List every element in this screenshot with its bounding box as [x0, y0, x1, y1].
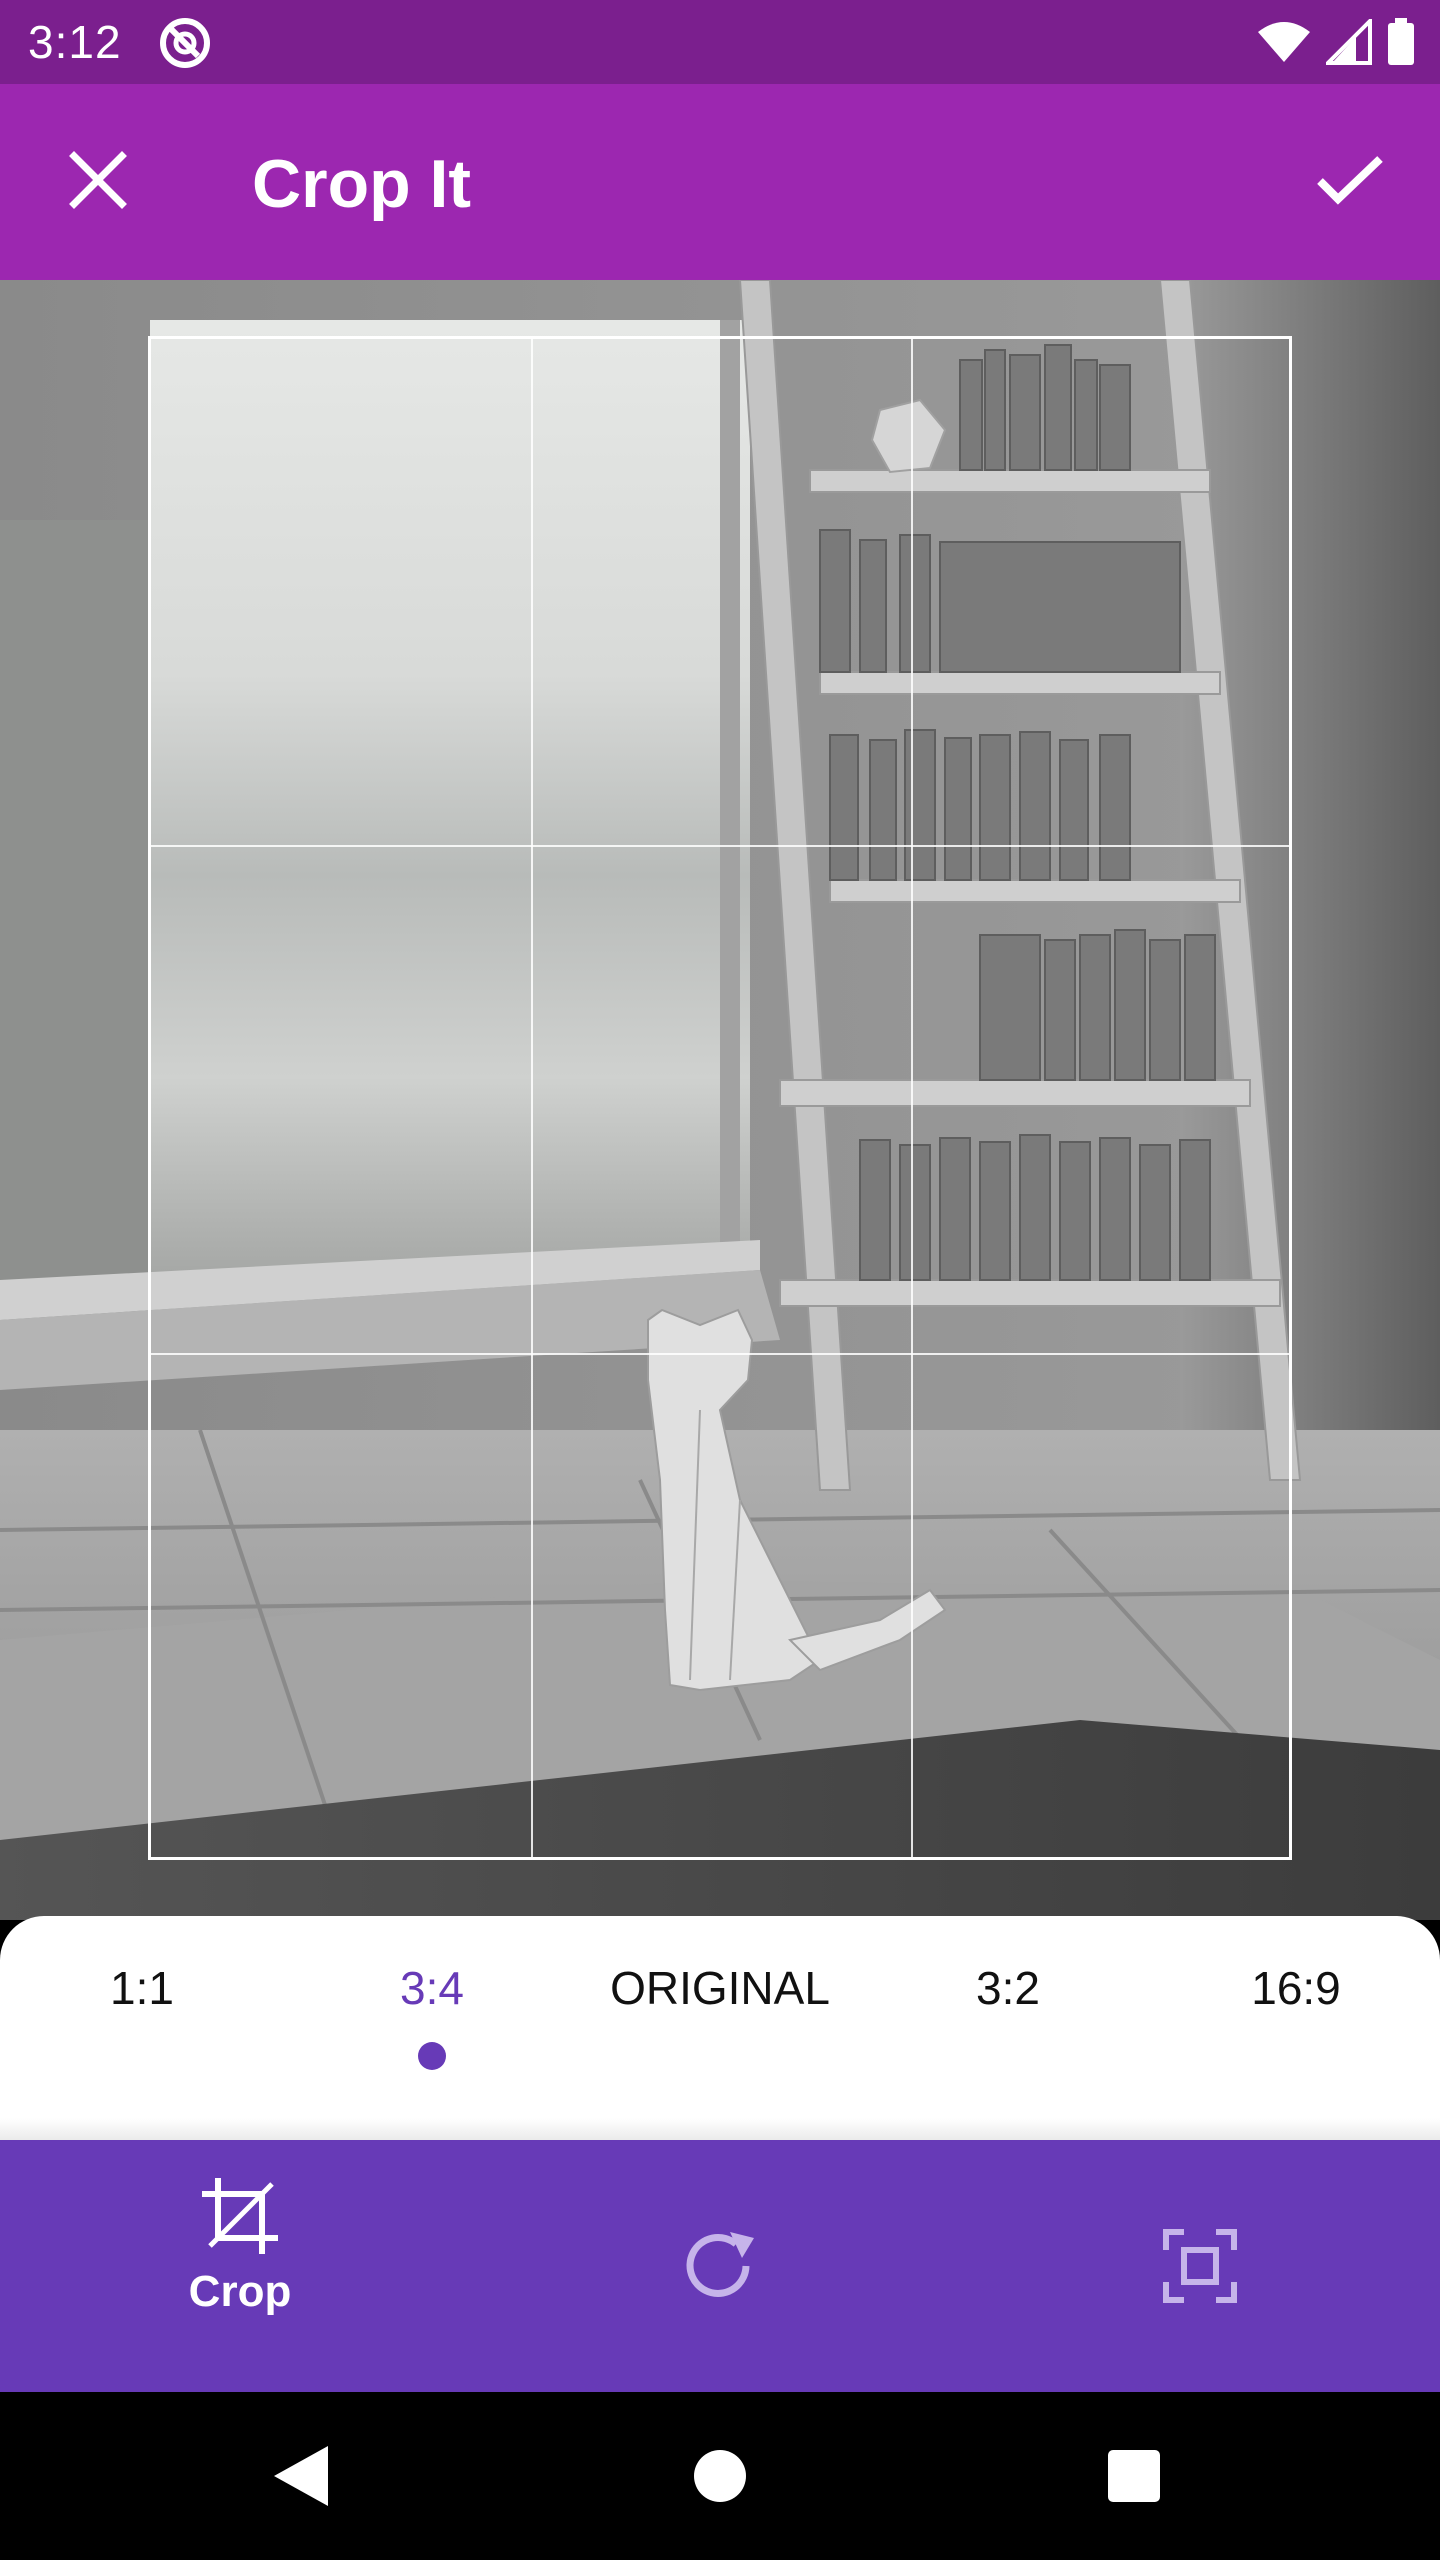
crop-grid-line [151, 1353, 1289, 1355]
recents-icon [1108, 2450, 1160, 2502]
back-icon [274, 2446, 328, 2506]
ratio-option-3-2[interactable]: 3:2 [878, 1958, 1138, 2068]
wifi-icon [1258, 22, 1310, 62]
ratio-option-1-1[interactable]: 1:1 [12, 1958, 272, 2068]
crop-tool-button[interactable]: Crop [90, 2140, 390, 2392]
bottom-toolbar: Crop [0, 2140, 1440, 2392]
nav-home-button[interactable] [670, 2426, 770, 2526]
rotate-icon [686, 2232, 754, 2297]
crop-grid-line [531, 339, 533, 1857]
crop-grid-line [911, 339, 913, 1857]
crop-tool-label: Crop [188, 2267, 292, 2316]
ratio-option-original[interactable]: ORIGINAL [590, 1958, 850, 2068]
confirm-button[interactable] [1300, 130, 1400, 230]
selected-indicator-dot [418, 2042, 446, 2070]
nav-recents-button[interactable] [1084, 2426, 1184, 2526]
system-navigation-bar [0, 2392, 1440, 2560]
ratio-label: 1:1 [110, 1962, 174, 2014]
status-time: 3:12 [28, 16, 122, 68]
ratio-option-3-4[interactable]: 3:4 [302, 1958, 562, 2070]
crop-frame[interactable] [148, 336, 1292, 1860]
crop-icon [202, 2178, 278, 2254]
cellular-signal-icon [1326, 19, 1372, 65]
ratio-label: 3:4 [400, 1962, 464, 2014]
fit-screen-icon [1163, 2229, 1237, 2303]
status-bar: 3:12 [0, 0, 1440, 84]
check-icon [1317, 156, 1383, 205]
rotate-tool-button[interactable] [570, 2140, 870, 2392]
image-canvas[interactable] [0, 280, 1440, 1920]
home-icon [694, 2450, 746, 2502]
ratio-label: 3:2 [976, 1962, 1040, 2014]
fit-screen-button[interactable] [1050, 2140, 1350, 2392]
ratio-label: 16:9 [1251, 1962, 1341, 2014]
aspect-ratio-selector: 1:1 3:4 ORIGINAL 3:2 16:9 [0, 1916, 1440, 2140]
close-icon [69, 151, 127, 209]
page-title: Crop It [252, 146, 472, 222]
app-bar: Crop It [0, 84, 1440, 280]
ratio-option-16-9[interactable]: 16:9 [1166, 1958, 1426, 2068]
crop-grid-line [151, 845, 1289, 847]
app-notification-icon [160, 18, 210, 68]
ratio-label: ORIGINAL [610, 1962, 830, 2014]
nav-back-button[interactable] [250, 2426, 350, 2526]
panel-divider [0, 2118, 1440, 2142]
close-button[interactable] [48, 130, 148, 230]
battery-icon [1388, 18, 1414, 65]
